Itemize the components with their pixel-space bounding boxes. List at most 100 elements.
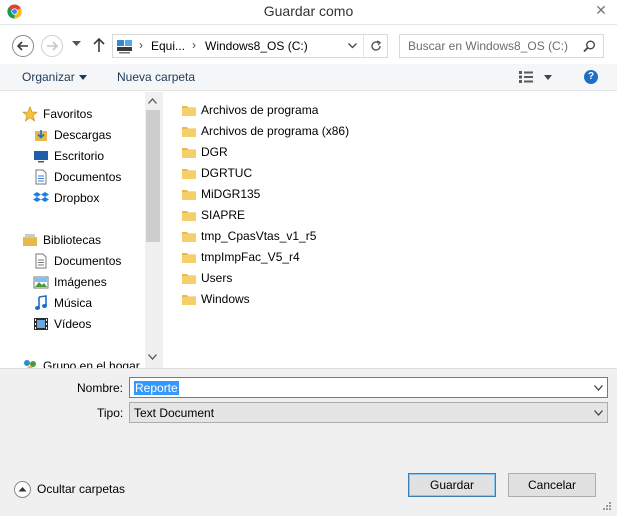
nav-item-downloads[interactable]: Descargas (33, 125, 111, 145)
folder-icon (182, 148, 196, 158)
breadcrumb-separator[interactable]: › (139, 38, 143, 52)
list-item[interactable]: DGR (182, 142, 228, 162)
filename-value[interactable]: Reporte (134, 381, 179, 395)
folder-icon (182, 106, 196, 116)
folder-icon (182, 190, 196, 200)
list-item[interactable]: Archivos de programa (x86) (182, 121, 349, 141)
recent-locations-icon[interactable] (72, 41, 81, 47)
filetype-value: Text Document (134, 406, 215, 420)
folder-name: tmp_CpasVtas_v1_r5 (201, 229, 317, 243)
folder-icon (182, 295, 196, 305)
organize-button[interactable]: Organizar (22, 70, 75, 84)
view-options-icon[interactable] (519, 71, 533, 83)
nav-item-label: Bibliotecas (43, 233, 102, 247)
breadcrumb-drive[interactable]: Windows8_OS (C:) (205, 39, 308, 53)
chevron-down-icon[interactable] (544, 75, 552, 80)
folder-name: Windows (201, 292, 250, 306)
save-button[interactable]: Guardar (408, 473, 496, 497)
documents-icon (33, 169, 49, 185)
filetype-label: Tipo: (97, 406, 124, 420)
nav-item-label: Descargas (54, 128, 112, 142)
list-item[interactable]: Windows (182, 289, 250, 309)
cancel-button-label: Cancelar (527, 478, 577, 492)
nav-item-label: Escritorio (54, 149, 105, 163)
search-icon[interactable] (583, 40, 596, 53)
search-input[interactable]: Buscar en Windows8_OS (C:) (399, 34, 604, 58)
list-item[interactable]: Archivos de programa (182, 100, 318, 120)
folder-name: MiDGR135 (201, 187, 261, 201)
chevron-down-icon[interactable] (148, 354, 157, 360)
list-item[interactable]: DGRTUC (182, 163, 252, 183)
dropbox-icon (33, 190, 49, 206)
list-item[interactable]: Users (182, 268, 232, 288)
folder-name: tmpImpFac_V5_r4 (201, 250, 300, 264)
nav-item-label: Imágenes (54, 275, 107, 289)
navigation-toolbar: › Equi... › Windows8_OS (C:) Buscar en W… (0, 26, 617, 64)
nav-item-label: Documentos (54, 254, 122, 268)
nav-item-library-documents[interactable]: Documentos (33, 251, 121, 271)
address-dropdown-button[interactable] (342, 35, 362, 57)
command-bar: Organizar Nueva carpeta ? (0, 64, 617, 91)
nav-item-pictures[interactable]: Imágenes (33, 272, 107, 292)
nav-item-label: Vídeos (54, 317, 92, 331)
back-button[interactable] (12, 35, 34, 57)
arrow-left-icon (17, 41, 28, 51)
window-title: Guardar como (263, 3, 354, 19)
nav-item-documents[interactable]: Documentos (33, 167, 121, 187)
list-item[interactable]: tmpImpFac_V5_r4 (182, 247, 300, 267)
nav-item-favorites[interactable]: Favoritos (22, 104, 92, 124)
chevron-down-icon[interactable] (79, 75, 87, 80)
nav-item-label: Documentos (54, 170, 122, 184)
nav-item-music[interactable]: Música (33, 293, 92, 313)
folder-icon (182, 127, 196, 137)
breadcrumb-separator[interactable]: › (192, 38, 196, 52)
nav-item-homegroup[interactable]: Grupo en el hogar (22, 356, 140, 368)
refresh-icon (370, 40, 381, 51)
cancel-button[interactable]: Cancelar (508, 473, 596, 497)
nav-item-desktop[interactable]: Escritorio (33, 146, 104, 166)
homegroup-icon (22, 358, 38, 368)
nav-scrollbar-thumb[interactable] (146, 110, 160, 242)
chevron-down-icon[interactable] (594, 410, 603, 416)
nav-item-videos[interactable]: Vídeos (33, 314, 91, 334)
filename-input[interactable]: Reporte (129, 377, 608, 398)
pictures-icon (33, 274, 49, 290)
address-bar[interactable]: › Equi... › Windows8_OS (C:) (112, 34, 388, 58)
star-icon (22, 106, 38, 122)
chevron-down-icon[interactable] (594, 385, 603, 391)
folder-icon (182, 274, 196, 284)
folder-icon (182, 169, 196, 179)
navigation-pane: Favoritos Descargas Escritorio Documento… (0, 92, 162, 368)
nav-item-label: Favoritos (43, 107, 93, 121)
nav-item-label: Dropbox (54, 191, 100, 205)
list-item[interactable]: tmp_CpasVtas_v1_r5 (182, 226, 316, 246)
computer-icon (117, 40, 132, 54)
videos-icon (33, 316, 49, 332)
list-item[interactable]: MiDGR135 (182, 184, 260, 204)
desktop-icon (33, 148, 49, 164)
close-button[interactable]: ✕ (585, 0, 617, 20)
folder-name: Archivos de programa (201, 103, 319, 117)
list-item[interactable]: SIAPRE (182, 205, 245, 225)
filetype-select[interactable]: Text Document (129, 402, 608, 423)
nav-item-dropbox[interactable]: Dropbox (33, 188, 99, 208)
nav-item-libraries[interactable]: Bibliotecas (22, 230, 101, 250)
nav-item-label: Música (54, 296, 93, 310)
save-button-label: Guardar (429, 478, 475, 492)
downloads-icon (33, 127, 49, 143)
title-bar: Guardar como ✕ (0, 0, 617, 25)
arrow-right-icon (47, 41, 58, 51)
search-placeholder: Buscar en Windows8_OS (C:) (408, 39, 569, 53)
new-folder-button[interactable]: Nueva carpeta (117, 70, 195, 84)
chevron-up-icon[interactable] (148, 98, 157, 104)
hide-folders-button[interactable]: Ocultar carpetas (14, 480, 125, 498)
documents-icon (33, 253, 49, 269)
resize-grip-icon[interactable] (600, 499, 612, 511)
forward-button[interactable] (41, 35, 63, 57)
help-icon[interactable]: ? (584, 70, 598, 84)
refresh-button[interactable] (363, 35, 387, 57)
hide-folders-label: Ocultar carpetas (37, 482, 126, 496)
up-arrow-icon[interactable] (92, 37, 106, 53)
breadcrumb-computer[interactable]: Equi... (151, 39, 185, 53)
folder-name: Archivos de programa (x86) (201, 124, 350, 138)
